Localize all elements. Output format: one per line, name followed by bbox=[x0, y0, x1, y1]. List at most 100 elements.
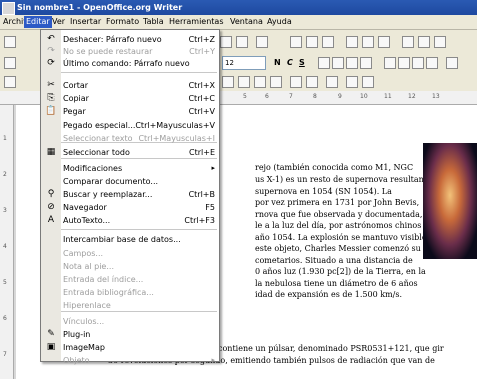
menu-item[interactable]: Modificaciones ▸ bbox=[41, 163, 219, 174]
document-line: año 1054. La explosión se mantuvo visibl… bbox=[255, 233, 427, 242]
menu-item[interactable]: ✂ Cortar Ctrl+X bbox=[41, 80, 219, 91]
justify-icon[interactable] bbox=[360, 57, 372, 69]
menu-item[interactable]: ⟳ Último comando: Párrafo nuevo bbox=[41, 58, 219, 69]
menu-separator bbox=[61, 158, 217, 159]
title-bar: Sin nombre1 - OpenOffice.org Writer bbox=[0, 0, 477, 15]
menu-item-shortcut: Ctrl+E bbox=[189, 148, 215, 157]
menu-item[interactable]: Comparar documento... bbox=[41, 176, 219, 187]
underline-button[interactable]: S bbox=[299, 58, 305, 67]
menu-item-shortcut: Ctrl+Mayusculas+V bbox=[135, 121, 215, 130]
menu-separator bbox=[61, 72, 217, 73]
decrease-indent-icon[interactable] bbox=[412, 57, 424, 69]
menu-item[interactable]: ▦ Seleccionar todo Ctrl+E bbox=[41, 147, 219, 158]
menu-item[interactable]: Intercambiar base de datos... bbox=[41, 234, 219, 245]
menu-item-label: Plug-in bbox=[63, 330, 91, 339]
zoom-icon[interactable] bbox=[418, 36, 430, 48]
document-line: contiene un púlsar, denominado PSR0531+1… bbox=[218, 344, 444, 353]
menu-item-label: Navegador bbox=[63, 203, 107, 212]
increase-indent-icon[interactable] bbox=[426, 57, 438, 69]
gallery-icon[interactable] bbox=[362, 36, 374, 48]
ruler-mark: 5 bbox=[243, 93, 247, 100]
vruler-mark: 2 bbox=[3, 171, 7, 178]
menu-ayuda[interactable]: Ayuda bbox=[265, 16, 294, 28]
menu-item[interactable]: ✎ Plug-in bbox=[41, 329, 219, 340]
crab-nebula-image bbox=[423, 143, 477, 259]
repeat-icon: ⟳ bbox=[47, 58, 55, 68]
ruler-mark: 12 bbox=[408, 93, 416, 100]
menu-item-label: Entrada del índice... bbox=[63, 275, 144, 284]
submenu-arrow-icon: ▸ bbox=[211, 164, 215, 172]
menu-item-label: Campos... bbox=[63, 249, 104, 258]
menu-insertar[interactable]: Insertar bbox=[68, 16, 103, 28]
menu-ventana[interactable]: Ventana bbox=[228, 16, 265, 28]
menu-item-label: Comparar documento... bbox=[63, 177, 159, 186]
document-line: idad de expansión es de 1.500 km/s. bbox=[255, 290, 402, 299]
styles-icon[interactable] bbox=[4, 57, 16, 69]
bullets-icon[interactable] bbox=[398, 57, 410, 69]
menu-item-shortcut: Ctrl+Mayusculas+I bbox=[138, 134, 215, 143]
menu-ver[interactable]: Ver bbox=[50, 16, 67, 28]
menu-item[interactable]: ⊘ Navegador F5 bbox=[41, 202, 219, 213]
nonprinting-chars-icon[interactable] bbox=[402, 36, 414, 48]
menu-item: Vínculos... bbox=[41, 316, 219, 327]
table-icon[interactable] bbox=[306, 36, 318, 48]
vruler-mark: 1 bbox=[3, 135, 7, 142]
menu-item-label: Seleccionar todo bbox=[63, 148, 130, 157]
optimize-icon[interactable] bbox=[326, 76, 338, 88]
menu-item-label: Modificaciones bbox=[63, 164, 123, 173]
hyperlink-icon[interactable] bbox=[290, 36, 302, 48]
sort-icon[interactable] bbox=[346, 76, 358, 88]
menu-item[interactable]: Pegado especial... Ctrl+Mayusculas+V bbox=[41, 120, 219, 131]
menu-item[interactable]: 📋 Pegar Ctrl+V bbox=[41, 106, 219, 117]
merge-cells-icon[interactable] bbox=[290, 76, 302, 88]
align-center-icon[interactable] bbox=[332, 57, 344, 69]
menu-item[interactable]: ⚲ Buscar y reemplazar... Ctrl+B bbox=[41, 189, 219, 200]
imagemap-icon: ▣ bbox=[46, 342, 56, 352]
document-line: rejo (también conocida como M1, NGC bbox=[255, 163, 414, 172]
menu-formato[interactable]: Formato bbox=[104, 16, 141, 28]
undo-icon: ↶ bbox=[47, 34, 55, 44]
menu-item-shortcut: Ctrl+X bbox=[188, 81, 215, 90]
new-document-icon[interactable] bbox=[4, 36, 16, 48]
datasources-icon[interactable] bbox=[378, 36, 390, 48]
menu-editar[interactable]: Editar bbox=[24, 16, 52, 28]
italic-button[interactable]: C bbox=[287, 58, 293, 67]
undo-toolbar-icon[interactable] bbox=[236, 36, 248, 48]
align-left-icon[interactable] bbox=[318, 57, 330, 69]
menu-item[interactable]: ↶ Deshacer: Párrafo nuevo Ctrl+Z bbox=[41, 34, 219, 45]
ruler-mark: 8 bbox=[313, 93, 317, 100]
bold-button[interactable]: N bbox=[274, 58, 281, 67]
sum-icon[interactable] bbox=[362, 76, 374, 88]
table-menu-icon[interactable] bbox=[4, 76, 16, 88]
insert-row-icon[interactable] bbox=[222, 76, 234, 88]
document-line: rnova que fue observada y documentada, bbox=[255, 210, 423, 219]
menu-item: Seleccionar texto Ctrl+Mayusculas+I bbox=[41, 133, 219, 144]
writer-app-icon bbox=[2, 2, 15, 15]
font-color-icon[interactable] bbox=[446, 57, 458, 69]
menu-item[interactable]: A AutoTexto... Ctrl+F3 bbox=[41, 215, 219, 226]
help-icon[interactable] bbox=[434, 36, 446, 48]
menu-item[interactable]: ▣ ImageMap bbox=[41, 342, 219, 353]
insert-column-icon[interactable] bbox=[238, 76, 250, 88]
menu-item-label: Nota al pie... bbox=[63, 262, 114, 271]
split-cells-icon[interactable] bbox=[306, 76, 318, 88]
menu-item[interactable]: ⎘ Copiar Ctrl+C bbox=[41, 93, 219, 104]
numbering-icon[interactable] bbox=[384, 57, 396, 69]
menu-item-label: Buscar y reemplazar... bbox=[63, 190, 153, 199]
font-size-combo[interactable]: 12 bbox=[222, 56, 266, 70]
redo-toolbar-icon[interactable] bbox=[256, 36, 268, 48]
copy-format-icon[interactable] bbox=[220, 36, 232, 48]
cut-icon: ✂ bbox=[47, 80, 55, 90]
menu-item-label: Objeto bbox=[63, 356, 90, 365]
menu-item-label: Hiperenlace bbox=[63, 301, 111, 310]
plugin-icon: ✎ bbox=[47, 329, 55, 339]
align-right-icon[interactable] bbox=[346, 57, 358, 69]
menu-herramientas[interactable]: Herramientas bbox=[167, 16, 226, 28]
delete-column-icon[interactable] bbox=[270, 76, 282, 88]
menu-item-label: AutoTexto... bbox=[63, 216, 111, 225]
show-draw-icon[interactable] bbox=[322, 36, 334, 48]
navigator-toolbar-icon[interactable] bbox=[346, 36, 358, 48]
delete-row-icon[interactable] bbox=[254, 76, 266, 88]
menu-tabla[interactable]: Tabla bbox=[141, 16, 166, 28]
menu-item: Objeto ▸ bbox=[41, 355, 219, 366]
